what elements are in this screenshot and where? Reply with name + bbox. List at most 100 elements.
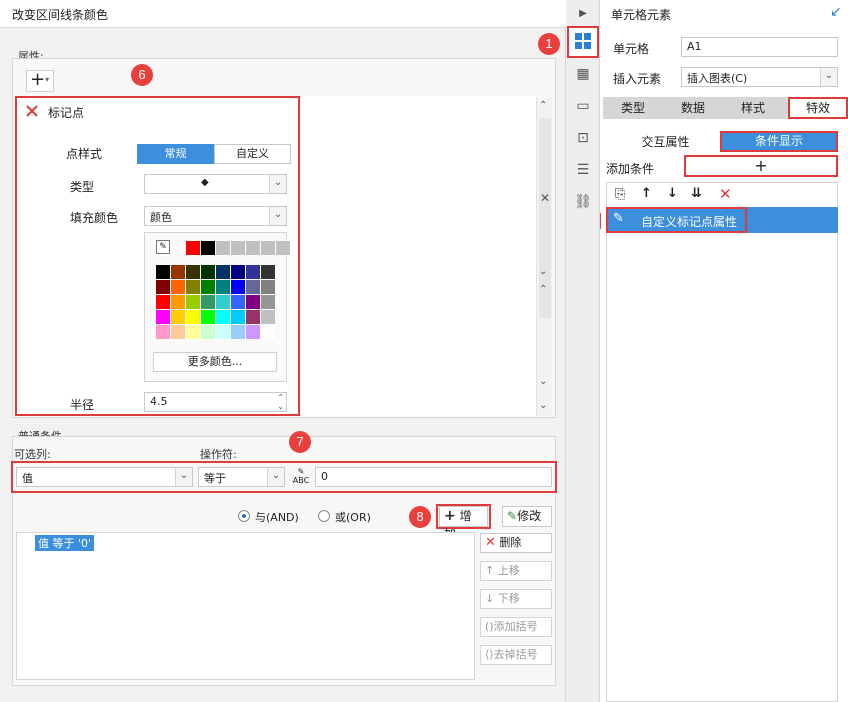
color-swatch[interactable]	[261, 325, 275, 339]
color-swatch[interactable]	[261, 265, 275, 279]
color-swatch[interactable]	[246, 325, 260, 339]
edit-icon[interactable]: ✎	[613, 211, 624, 226]
value-type-icon[interactable]: ✎ ABC	[290, 467, 312, 487]
color-swatch[interactable]	[156, 295, 170, 309]
add-bracket-button[interactable]: ()添加括号	[480, 617, 552, 637]
recent-color-swatch[interactable]	[246, 241, 260, 255]
collapse-arrow-icon[interactable]: ▶	[573, 4, 593, 24]
color-swatch[interactable]	[156, 265, 170, 279]
cell-element-icon[interactable]	[573, 32, 593, 52]
recent-color-swatch[interactable]	[276, 241, 290, 255]
modify-condition-button[interactable]: ✎修改	[502, 506, 552, 527]
move-down-button[interactable]: ↓ 下移	[480, 589, 552, 609]
color-swatch[interactable]	[261, 295, 275, 309]
recent-color-swatch[interactable]	[201, 241, 215, 255]
condition-list-item[interactable]: 值 等于 '0'	[35, 535, 95, 551]
scroll-down-icon[interactable]: ⌄	[539, 400, 547, 412]
radius-spinner[interactable]: 4.5 ⌃ ⌄	[144, 392, 287, 412]
color-swatch[interactable]	[156, 310, 170, 324]
operator-select[interactable]: 等于 ⌄	[198, 467, 285, 487]
and-radio[interactable]	[238, 510, 250, 522]
spinner-arrows-icon[interactable]: ⌃ ⌄	[277, 393, 284, 411]
color-swatch[interactable]	[201, 280, 215, 294]
color-swatch[interactable]	[216, 265, 230, 279]
or-radio[interactable]	[318, 510, 330, 522]
color-swatch[interactable]	[186, 310, 200, 324]
recent-color-swatch[interactable]	[186, 241, 200, 255]
color-swatch[interactable]	[186, 295, 200, 309]
cell-input[interactable]: A1	[681, 37, 838, 57]
color-swatch[interactable]	[171, 310, 185, 324]
color-swatch[interactable]	[171, 280, 185, 294]
color-swatch[interactable]	[216, 310, 230, 324]
color-swatch[interactable]	[231, 265, 245, 279]
color-swatch[interactable]	[186, 265, 200, 279]
add-condition-button[interactable]: +	[684, 155, 838, 177]
more-colors-button[interactable]: 更多颜色...	[153, 352, 277, 372]
color-swatch[interactable]	[216, 280, 230, 294]
tab-data[interactable]: 数据	[663, 97, 723, 119]
move-bottom-icon[interactable]: ⇊	[691, 186, 702, 201]
recent-color-swatch[interactable]	[261, 241, 275, 255]
color-swatch[interactable]	[201, 295, 215, 309]
color-swatch[interactable]	[246, 265, 260, 279]
color-swatch[interactable]	[201, 310, 215, 324]
tab-style[interactable]: 样式	[723, 97, 783, 119]
color-swatch[interactable]	[261, 310, 275, 324]
subtab-conditional-display[interactable]: 条件显示	[720, 131, 838, 152]
scroll-up-icon[interactable]: ⌃	[539, 100, 547, 112]
type-select[interactable]: ◆ ⌄	[144, 174, 287, 194]
color-swatch[interactable]	[246, 310, 260, 324]
move-up-button[interactable]: ↑ 上移	[480, 561, 552, 581]
color-swatch[interactable]	[231, 280, 245, 294]
color-swatch[interactable]	[171, 265, 185, 279]
style-custom-button[interactable]: 自定义	[214, 144, 291, 164]
color-swatch[interactable]	[261, 280, 275, 294]
color-swatch[interactable]	[156, 325, 170, 339]
color-swatch[interactable]	[216, 295, 230, 309]
scroll-down-icon[interactable]: ⌄	[539, 376, 547, 388]
recent-color-swatch[interactable]	[231, 241, 245, 255]
eyedropper-icon[interactable]: ✎	[156, 240, 170, 254]
tab-effects[interactable]: 特效	[788, 97, 848, 119]
color-swatch[interactable]	[231, 310, 245, 324]
condition-list[interactable]: 值 等于 '0'	[16, 532, 475, 680]
widget-icon[interactable]: ⊡	[573, 128, 593, 148]
add-condition-button[interactable]: + 增加	[439, 506, 488, 541]
insert-element-select[interactable]: 插入图表(C) ⌄	[681, 67, 838, 87]
style-normal-button[interactable]: 常规	[137, 144, 214, 164]
frame-icon[interactable]: ▭	[573, 96, 593, 116]
add-property-button[interactable]: +▾	[26, 70, 54, 92]
color-swatch[interactable]	[171, 325, 185, 339]
close-icon[interactable]	[24, 103, 40, 119]
color-swatch[interactable]	[216, 325, 230, 339]
condition-value-input[interactable]: 0	[315, 467, 552, 487]
delete-condition-button[interactable]: ✕ 删除	[480, 533, 552, 553]
scroll-down-icon[interactable]: ⌄	[539, 266, 547, 278]
pin-icon[interactable]: ↙	[830, 4, 842, 20]
tab-type[interactable]: 类型	[603, 97, 663, 119]
color-swatch[interactable]	[201, 325, 215, 339]
color-swatch[interactable]	[246, 295, 260, 309]
color-swatch[interactable]	[231, 295, 245, 309]
recent-color-swatch[interactable]	[216, 241, 230, 255]
color-swatch[interactable]	[201, 265, 215, 279]
arrow-up-icon[interactable]: ↑	[641, 186, 652, 201]
color-swatch[interactable]	[171, 295, 185, 309]
color-swatch[interactable]	[231, 325, 245, 339]
close-icon[interactable]: ✕	[540, 192, 550, 204]
link-icon[interactable]: ⛓	[573, 192, 593, 212]
color-swatch[interactable]	[156, 280, 170, 294]
color-swatch[interactable]	[246, 280, 260, 294]
color-swatch[interactable]	[186, 280, 200, 294]
scroll-up-icon[interactable]: ⌃	[539, 284, 547, 296]
remove-bracket-button[interactable]: ⟨⟩去掉括号	[480, 645, 552, 665]
properties-scrollbar[interactable]: ⌃ ✕ ⌄ ⌃ ⌄ ⌄	[536, 98, 552, 416]
column-select[interactable]: 值 ⌄	[16, 467, 193, 487]
subtab-interaction[interactable]: 交互属性	[613, 132, 718, 152]
color-swatch[interactable]	[186, 325, 200, 339]
delete-icon[interactable]: ✕	[719, 185, 732, 203]
cell-attribute-icon[interactable]: ▦	[573, 64, 593, 84]
fill-color-select[interactable]: 颜色 ⌄	[144, 206, 287, 226]
copy-icon[interactable]: ⎘	[615, 187, 625, 202]
